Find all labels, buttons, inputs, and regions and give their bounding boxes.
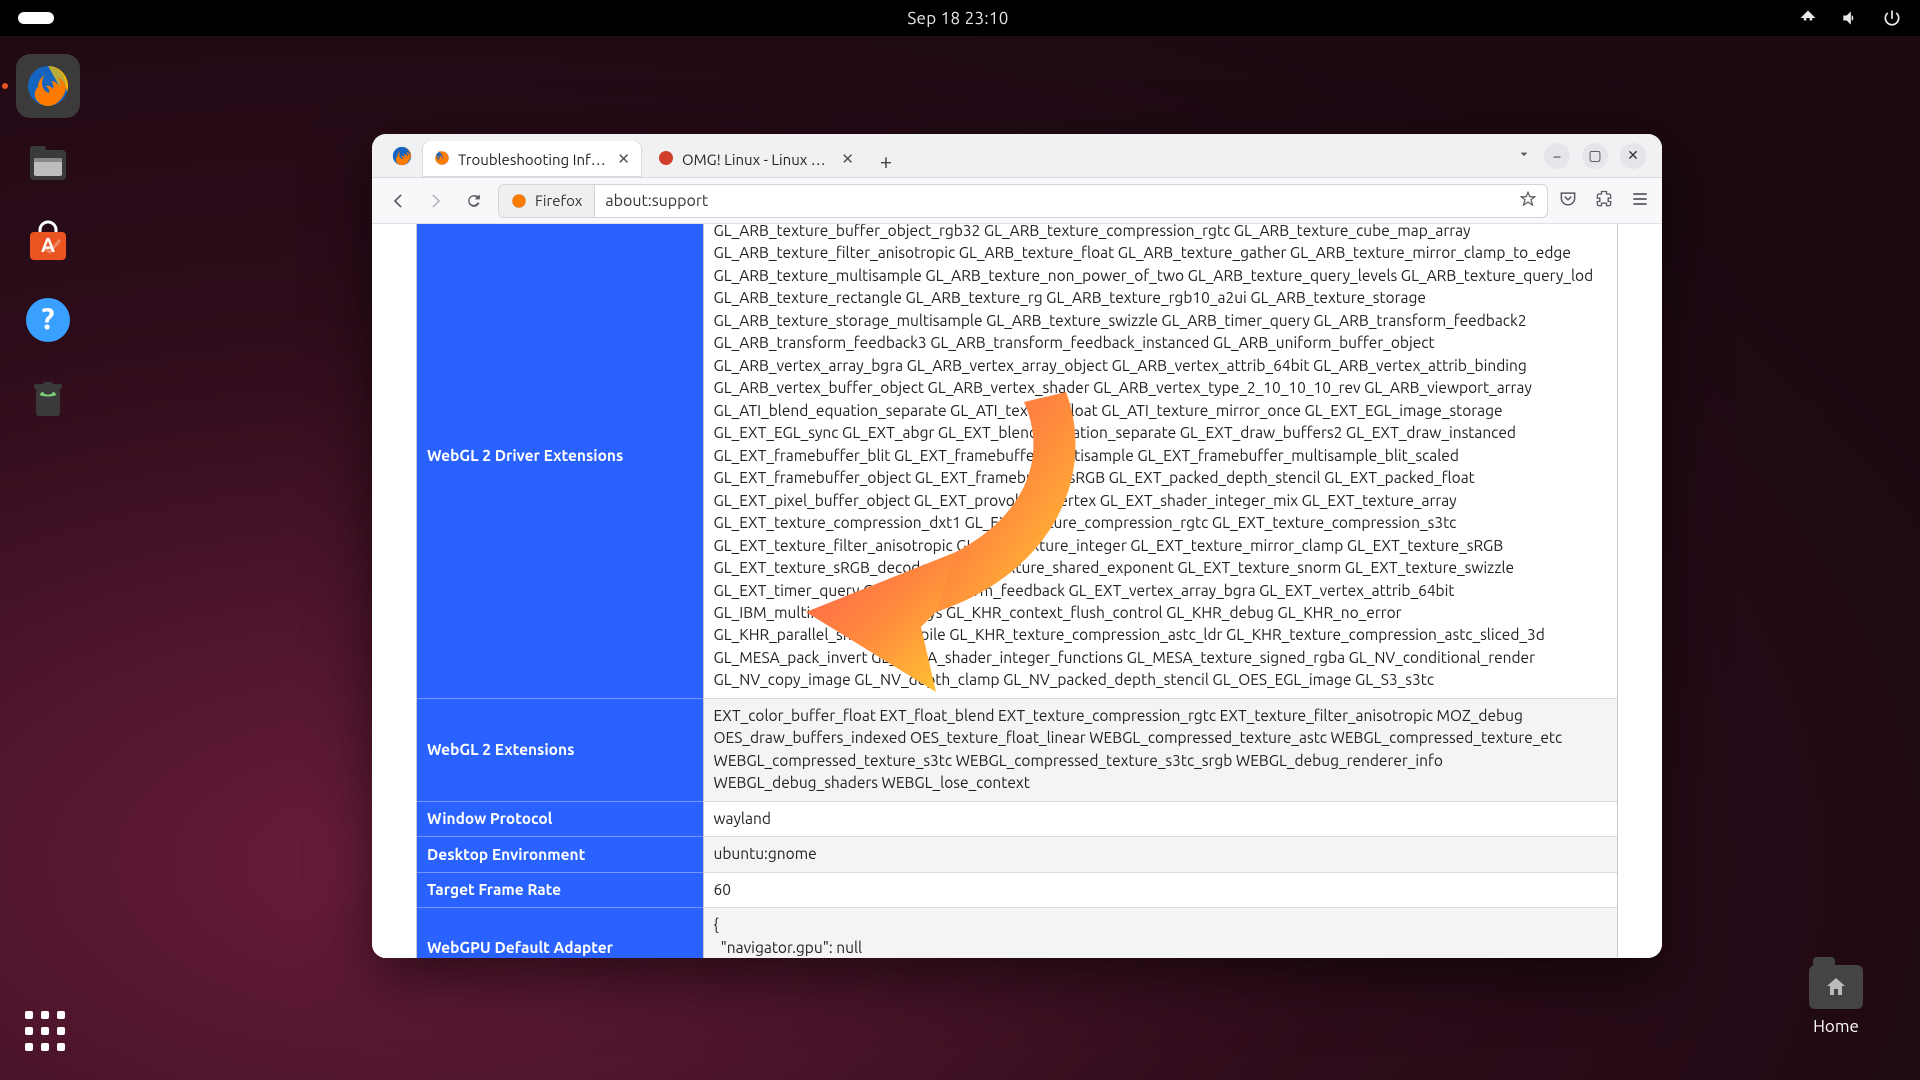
tab-troubleshooting[interactable]: Troubleshooting Informa ✕: [422, 141, 642, 177]
reload-button[interactable]: [460, 187, 488, 215]
identity-firefox-pill[interactable]: Firefox: [499, 185, 595, 217]
volume-icon: [1840, 8, 1860, 28]
svg-text:?: ?: [41, 301, 54, 335]
activities-corner[interactable]: [18, 12, 118, 24]
pocket-button[interactable]: [1558, 189, 1578, 213]
firefox-window: Troubleshooting Informa ✕ OMG! Linux - L…: [372, 134, 1662, 958]
row-key: Target Frame Rate: [417, 872, 703, 907]
network-icon: [1798, 8, 1818, 28]
url-bar[interactable]: Firefox about:support: [498, 184, 1548, 218]
back-button[interactable]: [384, 187, 412, 215]
dock: A ?: [0, 36, 96, 1080]
table-row: WebGL 2 ExtensionsEXT_color_buffer_float…: [417, 698, 1617, 801]
row-key: WebGL 2 Extensions: [417, 698, 703, 801]
firefox-icon: [24, 62, 72, 110]
list-all-tabs-button[interactable]: [1516, 146, 1532, 166]
firefox-icon: [511, 193, 527, 209]
row-value: { "navigator.gpu": null }: [703, 908, 1617, 958]
power-icon: [1882, 8, 1902, 28]
tab-close-icon[interactable]: ✕: [617, 150, 630, 168]
new-tab-button[interactable]: +: [870, 145, 902, 177]
tab-label: Troubleshooting Informa: [458, 151, 609, 168]
window-maximize-button[interactable]: ▢: [1582, 143, 1608, 169]
extensions-button[interactable]: [1594, 189, 1614, 213]
dock-item-files[interactable]: [16, 132, 80, 196]
dock-item-firefox[interactable]: [16, 54, 80, 118]
tab-close-icon[interactable]: ✕: [841, 150, 854, 168]
show-applications-button[interactable]: [22, 1008, 68, 1054]
table-row: WebGL 2 Driver ExtensionsGL_ARB_texture_…: [417, 224, 1617, 698]
forward-button[interactable]: [422, 187, 450, 215]
dock-item-trash[interactable]: [16, 366, 80, 430]
bookmark-star-button[interactable]: [1509, 190, 1547, 212]
identity-label: Firefox: [535, 192, 582, 209]
table-row: Target Frame Rate60: [417, 872, 1617, 907]
firefox-favicon-icon: [434, 150, 450, 169]
files-icon: [24, 140, 72, 188]
row-key: Window Protocol: [417, 801, 703, 836]
tab-omglinux[interactable]: OMG! Linux - Linux News ✕: [646, 141, 866, 177]
row-key: WebGPU Default Adapter: [417, 908, 703, 958]
firefox-menu-icon[interactable]: [382, 134, 422, 177]
software-store-icon: A: [24, 218, 72, 266]
window-close-button[interactable]: ✕: [1620, 143, 1646, 169]
row-key: WebGL 2 Driver Extensions: [417, 224, 703, 698]
activities-pill-icon: [18, 12, 54, 24]
page-content[interactable]: WebGL 2 Driver ExtensionsGL_ARB_texture_…: [372, 224, 1662, 958]
table-row: Window Protocolwayland: [417, 801, 1617, 836]
row-key: Desktop Environment: [417, 837, 703, 872]
gnome-topbar: Sep 18 23:10: [0, 0, 1920, 36]
home-label: Home: [1796, 1017, 1876, 1036]
row-value: EXT_color_buffer_float EXT_float_blend E…: [703, 698, 1617, 801]
navigation-toolbar: Firefox about:support: [372, 178, 1662, 224]
desktop-home-shortcut[interactable]: Home: [1796, 965, 1876, 1036]
row-value: 60: [703, 872, 1617, 907]
home-folder-icon: [1809, 965, 1863, 1009]
app-menu-button[interactable]: [1630, 189, 1650, 213]
tab-label: OMG! Linux - Linux News: [682, 151, 833, 168]
row-value: GL_ARB_texture_buffer_object_rgb32 GL_AR…: [703, 224, 1617, 698]
trash-icon: [24, 374, 72, 422]
tab-bar: Troubleshooting Informa ✕ OMG! Linux - L…: [372, 134, 1662, 178]
url-text: about:support: [595, 192, 1509, 210]
help-icon: ?: [24, 296, 72, 344]
svg-text:A: A: [41, 233, 55, 256]
row-value: ubuntu:gnome: [703, 837, 1617, 872]
window-minimize-button[interactable]: –: [1544, 143, 1570, 169]
dock-item-software[interactable]: A: [16, 210, 80, 274]
row-value: wayland: [703, 801, 1617, 836]
table-row: WebGPU Default Adapter{ "navigator.gpu":…: [417, 908, 1617, 958]
system-status-area[interactable]: [1798, 8, 1902, 28]
site-favicon-icon: [658, 150, 674, 169]
dock-item-help[interactable]: ?: [16, 288, 80, 352]
table-row: Desktop Environmentubuntu:gnome: [417, 837, 1617, 872]
about-support-table: WebGL 2 Driver ExtensionsGL_ARB_texture_…: [416, 224, 1618, 958]
clock[interactable]: Sep 18 23:10: [907, 9, 1008, 28]
